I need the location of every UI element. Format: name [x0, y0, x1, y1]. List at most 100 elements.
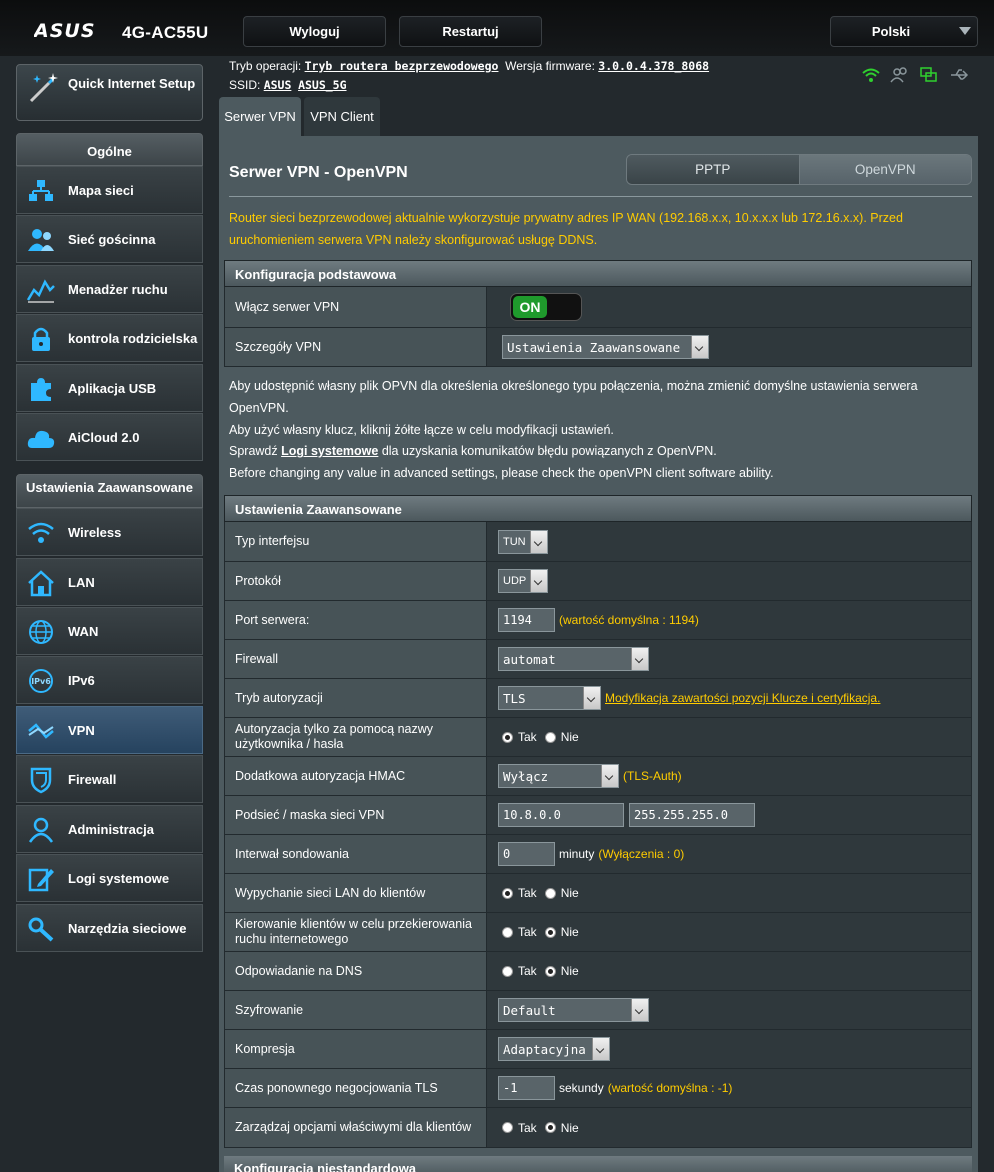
lock-icon: [32, 327, 50, 351]
hmac-select[interactable]: Wyłącz: [498, 764, 619, 788]
pptp-tab[interactable]: PPTP: [627, 155, 800, 184]
sidebar-item-guest-network[interactable]: Sieć gościnna: [16, 215, 203, 263]
sidebar-item-ipv6[interactable]: IPv6 IPv6: [16, 656, 203, 704]
language-label: Polski: [871, 24, 911, 39]
mode-link[interactable]: Tryb routera bezprzewodowego: [305, 59, 499, 73]
radio-no-label: Nie: [560, 730, 579, 744]
desc3-pre: Sprawdź: [229, 444, 282, 459]
server-port-label: Port serwera:: [225, 601, 487, 639]
tls-renegotiation-label: Czas ponownego negocjowania TLS: [225, 1069, 487, 1107]
sidebar-item-wan[interactable]: WAN: [16, 607, 203, 655]
row-redirect-gateway: Kierowanie klientów w celu przekierowani…: [224, 913, 972, 952]
desc3-post: dla uzyskania komunikatów błędu powiązan…: [378, 444, 717, 459]
openvpn-tab[interactable]: OpenVPN: [799, 155, 971, 184]
shield-icon: [30, 767, 52, 794]
username-auth-yes-radio[interactable]: Tak: [502, 730, 537, 744]
vpn-type-switch: PPTP OpenVPN: [626, 154, 972, 185]
auth-mode-select[interactable]: TLS: [498, 686, 601, 710]
protocol-value: UDP: [503, 575, 527, 587]
tls-renegotiation-unit: sekundy: [559, 1081, 604, 1095]
cipher-select[interactable]: Default: [498, 998, 649, 1022]
client-specific-no-radio[interactable]: Nie: [544, 1120, 579, 1135]
sidebar-item-administration[interactable]: Administracja: [16, 805, 203, 853]
operation-mode-line: Tryb operacji: Tryb routera bezprzewodow…: [229, 59, 709, 73]
redirect-yes-radio[interactable]: Tak: [502, 925, 537, 939]
sidebar-item-network-tools[interactable]: Narzędzia sieciowe: [16, 904, 203, 952]
sidebar-item-network-map[interactable]: Mapa sieci: [16, 166, 203, 214]
sidebar-item-label: Sieć gościnna: [68, 231, 156, 247]
sidebar-item-system-log[interactable]: Logi systemowe: [16, 854, 203, 902]
system-log-link[interactable]: Logi systemowe: [281, 444, 378, 458]
radio-yes-label: Tak: [518, 1120, 537, 1135]
sidebar-item-lan[interactable]: LAN: [16, 558, 203, 606]
tls-renegotiation-input[interactable]: -1: [498, 1076, 555, 1100]
clients-icon[interactable]: [890, 66, 910, 84]
radio-yes-label: Tak: [518, 886, 537, 900]
chevron-down-icon: [592, 1038, 609, 1060]
wifi-icon[interactable]: [861, 66, 881, 84]
enable-vpn-toggle[interactable]: ON: [510, 293, 582, 321]
network-icon[interactable]: [919, 66, 939, 84]
sidebar-item-firewall[interactable]: Firewall: [16, 755, 203, 803]
desc-line-2: Aby użyć własny klucz, kliknij żółte łąc…: [229, 422, 614, 437]
restart-button[interactable]: Restartuj: [399, 16, 542, 47]
push-lan-no-radio[interactable]: Nie: [544, 886, 579, 900]
poll-interval-input[interactable]: 0: [498, 842, 555, 866]
username-auth-no-radio[interactable]: Nie: [544, 730, 579, 744]
keys-certificates-link[interactable]: Modyfikacja zawartości pozycji Klucze i …: [605, 691, 880, 705]
tab-vpn-client[interactable]: VPN Client: [304, 97, 380, 136]
row-poll-interval: Interwał sondowania 0 minuty (Wyłączenia…: [224, 835, 972, 874]
sidebar-item-wireless[interactable]: Wireless: [16, 508, 203, 556]
guest-network-icon: [28, 229, 54, 251]
poll-interval-unit: minuty: [559, 847, 595, 861]
netmask-input[interactable]: 255.255.255.0: [629, 803, 755, 827]
client-specific-yes-radio[interactable]: Tak: [502, 1121, 537, 1135]
ssid-link-24[interactable]: ASUS: [264, 78, 292, 92]
firewall-select[interactable]: automat: [498, 647, 649, 671]
sidebar-item-traffic-manager[interactable]: Menadżer ruchu: [16, 265, 203, 313]
sidebar-item-usb-application[interactable]: Aplikacja USB: [16, 364, 203, 412]
server-port-hint: (wartość domyślna : 1194): [559, 613, 699, 627]
push-lan-yes-radio[interactable]: Tak: [502, 886, 537, 900]
redirect-no-radio[interactable]: Nie: [544, 925, 579, 939]
sidebar-item-parental-control[interactable]: kontrola rodzicielska: [16, 314, 203, 362]
firmware-link[interactable]: 3.0.0.4.378_8068: [598, 59, 709, 73]
compression-select[interactable]: Adaptacyjna: [498, 1037, 610, 1061]
poll-interval-label: Interwał sondowania: [225, 835, 487, 873]
puzzle-icon: [31, 378, 51, 401]
protocol-select[interactable]: UDP: [498, 569, 548, 593]
advanced-section-header: Ustawienia Zaawansowane: [16, 474, 203, 508]
auth-mode-label: Tryb autoryzacji: [225, 679, 487, 717]
sidebar-item-vpn[interactable]: VPN: [16, 706, 203, 754]
ssid-link-5g[interactable]: ASUS_5G: [298, 78, 346, 92]
row-firewall: Firewall automat: [224, 640, 972, 679]
radio-no-label: Nie: [560, 886, 579, 900]
sidebar-item-label: Aplikacja USB: [68, 380, 157, 396]
sidebar-item-label: VPN: [68, 722, 95, 738]
server-port-input[interactable]: 1194: [498, 608, 555, 632]
status-icons: [861, 66, 973, 84]
dns-yes-radio[interactable]: Tak: [502, 964, 537, 978]
dns-no-radio[interactable]: Nie: [544, 964, 579, 978]
language-select[interactable]: Polski: [830, 16, 978, 47]
tab-vpn-server[interactable]: Serwer VPN: [219, 97, 301, 136]
vpn-details-select[interactable]: Ustawienia Zaawansowane: [502, 335, 709, 359]
usb-icon[interactable]: [949, 66, 969, 84]
quick-internet-setup-button[interactable]: Quick Internet Setup: [16, 64, 203, 121]
network-map-icon: [29, 180, 53, 201]
logout-button[interactable]: Wyloguj: [243, 16, 386, 47]
desc-line-4: Before changing any value in advanced se…: [229, 466, 774, 481]
subnet-input[interactable]: 10.8.0.0: [498, 803, 624, 827]
row-compression: Kompresja Adaptacyjna: [224, 1030, 972, 1069]
row-server-port: Port serwera: 1194 (wartość domyślna : 1…: [224, 601, 972, 640]
radio-no-label: Nie: [560, 1120, 579, 1135]
firmware-label: Wersja firmware:: [505, 59, 595, 73]
interface-type-select[interactable]: TUN: [498, 529, 548, 554]
sidebar-item-label: Firewall: [68, 771, 117, 787]
sidebar-item-aicloud[interactable]: AiCloud 2.0: [16, 413, 203, 461]
cloud-icon: [27, 430, 55, 448]
chevron-down-icon: [631, 999, 648, 1021]
sidebar-item-label: WAN: [68, 623, 99, 639]
svg-text:ASUS: ASUS: [34, 20, 96, 42]
general-section-header: Ogólne: [16, 133, 203, 166]
